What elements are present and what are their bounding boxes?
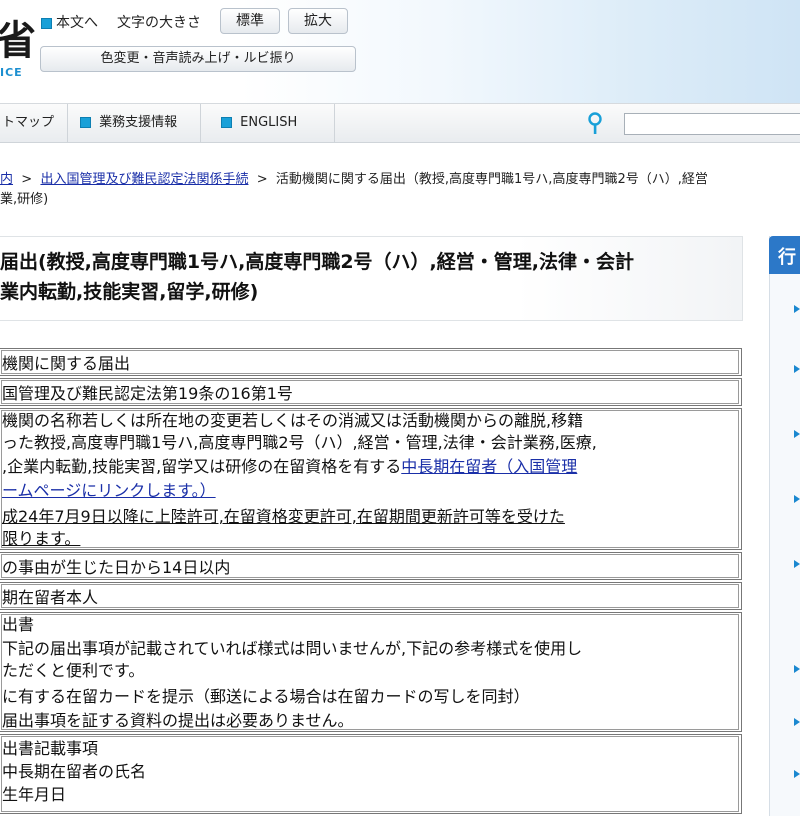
breadcrumb: 内 > 出入国管理及び難民認定法関係手続 > 活動機関に関する届出（教授,高度専… — [0, 170, 800, 210]
breadcrumb-current: 活動機関に関する届出（教授,高度専門職1号ハ,高度専門職2号（ハ）,経営 — [275, 172, 708, 187]
table-cell: 期在留者本人 — [1, 584, 739, 608]
table-cell: 機関の名称若しくは所在地の変更若しくはその消滅又は活動機関からの離脱,移籍 った… — [1, 410, 739, 548]
nav-item-business-support[interactable]: 業務支援情報 — [68, 104, 201, 142]
cell-procedure-name: 機関に関する届出 — [2, 354, 131, 373]
skip-to-content-label: 本文へ — [56, 15, 98, 31]
search-input[interactable] — [624, 113, 800, 135]
table-cell: 出書記載事項 中長期在留者の氏名 生年月日 — [1, 736, 739, 812]
cell-documents-line: 下記の届出事項が記載されていれば様式は問いませんが,下記の参考様式を使用し — [2, 639, 583, 658]
side-menu-panel — [769, 236, 800, 816]
cell-legal-basis: 国管理及び難民認定法第19条の16第1号 — [2, 384, 293, 403]
breadcrumb-current-continued: 業,研修) — [0, 192, 49, 207]
skip-to-content-link[interactable]: 本文へ — [41, 12, 98, 32]
table-row: 機関の名称若しくは所在地の変更若しくはその消滅又は活動機関からの離脱,移籍 った… — [0, 408, 742, 550]
table-row: 期在留者本人 — [0, 582, 742, 610]
search-icon[interactable] — [586, 112, 604, 136]
font-size-enlarge-button[interactable]: 拡大 — [288, 8, 348, 34]
cell-documents-line: 出書 — [2, 615, 35, 634]
side-menu-arrow-icon[interactable] — [794, 495, 800, 503]
table-cell: の事由が生じた日から14日以内 — [1, 554, 739, 578]
cell-deadline: の事由が生じた日から14日以内 — [2, 558, 231, 577]
side-menu-arrow-icon[interactable] — [794, 665, 800, 673]
cell-applicant: 期在留者本人 — [2, 588, 99, 607]
breadcrumb-line: 内 > 出入国管理及び難民認定法関係手続 > 活動機関に関する届出（教授,高度専… — [0, 170, 800, 190]
cell-form-items-line: 中長期在留者の氏名 — [2, 762, 147, 781]
font-size-standard-button[interactable]: 標準 — [220, 8, 280, 34]
side-menu-arrow-icon[interactable] — [794, 560, 800, 568]
site-logo-subtitle: ICE — [0, 66, 23, 79]
table-row: 出書 下記の届出事項が記載されていれば様式は問いませんが,下記の参考様式を使用し… — [0, 612, 742, 732]
cell-eligibility-line: ,企業内転勤,技能実習,留学又は研修の在留資格を有する中長期在留者（入国管理 — [2, 456, 577, 478]
table-row: 国管理及び難民認定法第19条の16第1号 — [0, 378, 742, 406]
mid-long-term-resident-link[interactable]: 中長期在留者（入国管理 — [401, 457, 577, 476]
breadcrumb-separator: > — [256, 172, 268, 187]
cell-eligibility-line: 限ります。 — [2, 529, 81, 548]
table-row: の事由が生じた日から14日以内 — [0, 552, 742, 580]
nav-item-english-label: ENGLISH — [240, 115, 298, 130]
page-title: 届出(教授,高度専門職1号ハ,高度専門職2号（ハ）,経営・管理,法律・会計 業内… — [0, 247, 740, 307]
side-menu-arrow-icon[interactable] — [794, 770, 800, 778]
page-title-line: 業内転勤,技能実習,留学,研修) — [0, 281, 259, 303]
bullet-square-icon — [80, 117, 91, 128]
accessibility-tools-button[interactable]: 色変更・音声読み上げ・ルビ振り — [40, 46, 356, 72]
side-menu-arrow-icon[interactable] — [794, 718, 800, 726]
nav-item-sitemap-label: トマップ — [2, 115, 55, 130]
side-menu-heading: 行 — [778, 247, 796, 268]
cell-documents-line: ただくと便利です。 — [2, 661, 145, 680]
mid-long-term-resident-link-continued[interactable]: ームページにリンクします。） — [2, 481, 216, 500]
cell-documents-line: 届出事項を証する資料の提出は必要ありません。 — [2, 711, 354, 730]
cell-eligibility-text: ,企業内転勤,技能実習,留学又は研修の在留資格を有する — [2, 457, 402, 476]
cell-documents-line: に有する在留カードを提示（郵送による場合は在留カードの写しを同封） — [2, 687, 530, 706]
breadcrumb-separator: > — [21, 172, 33, 187]
table-row: 出書記載事項 中長期在留者の氏名 生年月日 — [0, 734, 742, 814]
bullet-square-icon — [221, 117, 232, 128]
site-logo[interactable]: 省 — [0, 8, 36, 66]
page-title-line: 届出(教授,高度専門職1号ハ,高度専門職2号（ハ）,経営・管理,法律・会計 — [0, 251, 634, 273]
nav-item-sitemap[interactable]: トマップ — [0, 104, 68, 142]
nav-item-business-label: 業務支援情報 — [99, 115, 178, 130]
global-nav: トマップ 業務支援情報 ENGLISH — [0, 103, 800, 143]
breadcrumb-link-home[interactable]: 内 — [0, 172, 13, 187]
table-cell: 出書 下記の届出事項が記載されていれば様式は問いませんが,下記の参考様式を使用し… — [1, 614, 739, 730]
cell-form-items-line: 出書記載事項 — [2, 739, 99, 758]
cell-eligibility-line: ームページにリンクします。） — [2, 480, 216, 502]
table-cell: 国管理及び難民認定法第19条の16第1号 — [1, 380, 739, 404]
nav-item-english[interactable]: ENGLISH — [201, 104, 335, 142]
side-menu-arrow-icon[interactable] — [794, 305, 800, 313]
bullet-square-icon — [41, 17, 52, 29]
cell-eligibility-line: 機関の名称若しくは所在地の変更若しくはその消滅又は活動機関からの離脱,移籍 — [2, 411, 584, 430]
cell-eligibility-line: 成24年7月9日以降に上陸許可,在留資格変更許可,在留期間更新許可等を受けた — [2, 507, 565, 526]
breadcrumb-link-procedures[interactable]: 出入国管理及び難民認定法関係手続 — [40, 172, 248, 187]
table-row: 機関に関する届出 — [0, 348, 742, 376]
table-cell: 機関に関する届出 — [1, 350, 739, 374]
cell-eligibility-line: った教授,高度専門職1号ハ,高度専門職2号（ハ）,経営・管理,法律・会計業務,医… — [2, 433, 597, 452]
side-menu-arrow-icon[interactable] — [794, 365, 800, 373]
font-size-label: 文字の大きさ — [117, 15, 201, 31]
side-menu-arrow-icon[interactable] — [794, 430, 800, 438]
cell-form-items-line: 生年月日 — [2, 785, 67, 804]
